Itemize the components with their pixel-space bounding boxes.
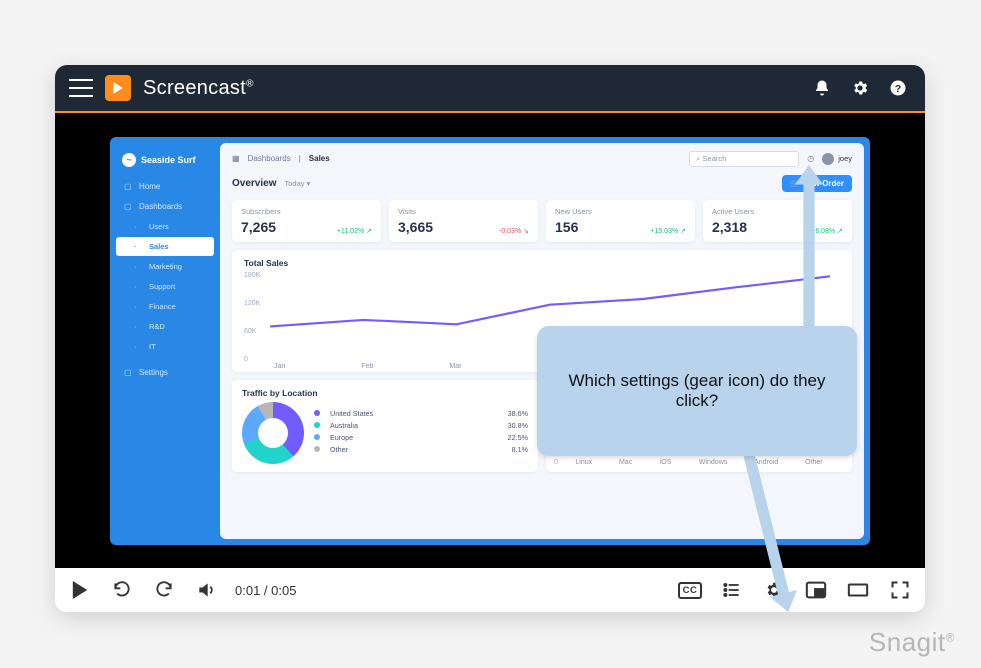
picture-in-picture-button[interactable]: [803, 577, 829, 603]
sidebar-item[interactable]: ·Users: [116, 217, 214, 236]
clock-icon: ◷: [807, 154, 814, 163]
kpi-card: Subscribers7,265+11.02% ↗: [232, 200, 381, 242]
kpi-row: Subscribers7,265+11.02% ↗Visits3,665-0.0…: [232, 200, 852, 242]
sidebar-item[interactable]: ▢Home: [116, 177, 214, 196]
kpi-card: New Users156+15.03% ↗: [546, 200, 695, 242]
traffic-by-location-chart: Traffic by Location United States38.6%Au…: [232, 380, 538, 472]
video-player: Screencast® ? ~ Seaside Surf ▢Home▢Dashb…: [55, 65, 925, 612]
kpi-card: Visits3,665-0.03% ↘: [389, 200, 538, 242]
dashboard-brand: ~ Seaside Surf: [116, 149, 214, 177]
gear-icon[interactable]: [847, 75, 873, 101]
sidebar-item[interactable]: ▢Dashboards: [116, 197, 214, 216]
sidebar-item[interactable]: ·Support: [116, 277, 214, 296]
video-viewport: ~ Seaside Surf ▢Home▢Dashboards·Users·Sa…: [55, 111, 925, 568]
fullscreen-button[interactable]: [887, 577, 913, 603]
sidebar-item[interactable]: ·Marketing: [116, 257, 214, 276]
app-topbar: Screencast® ?: [55, 65, 925, 111]
forward-button[interactable]: [151, 577, 177, 603]
brand-logo-icon: [105, 75, 131, 101]
captions-button[interactable]: CC: [677, 577, 703, 603]
rewind-button[interactable]: [109, 577, 135, 603]
playback-time: 0:01 / 0:05: [235, 583, 296, 598]
sidebar-item[interactable]: ·Sales: [116, 237, 214, 256]
search-input[interactable]: ⌕ Search: [689, 151, 799, 167]
sidebar-item[interactable]: ▢Settings: [116, 363, 214, 382]
annotation-callout: Which settings (gear icon) do they click…: [537, 326, 857, 456]
user-chip[interactable]: joey: [822, 153, 852, 165]
donut-chart: [242, 402, 304, 464]
chapters-button[interactable]: [719, 577, 745, 603]
sidebar-item[interactable]: ·Finance: [116, 297, 214, 316]
svg-text:?: ?: [895, 83, 901, 95]
sidebar-item[interactable]: ·IT: [116, 337, 214, 356]
dashboard-breadcrumb: ▦ Dashboards | Sales ⌕ Search ◷ joey: [232, 151, 852, 167]
dashboard-sidebar: ~ Seaside Surf ▢Home▢Dashboards·Users·Sa…: [110, 143, 220, 539]
menu-icon[interactable]: [69, 79, 93, 97]
theater-mode-button[interactable]: [845, 577, 871, 603]
sidebar-item[interactable]: ·R&D: [116, 317, 214, 336]
bell-icon[interactable]: [809, 75, 835, 101]
brand-name: Screencast®: [143, 77, 254, 100]
volume-button[interactable]: [193, 577, 219, 603]
overview-header: Overview Today ▾ 🛒 New Order: [232, 175, 852, 192]
play-button[interactable]: [67, 577, 93, 603]
wave-icon: ~: [122, 153, 136, 167]
avatar: [822, 153, 834, 165]
snagit-watermark: Snagit®: [869, 627, 955, 658]
help-icon[interactable]: ?: [885, 75, 911, 101]
playback-controls: 0:01 / 0:05 CC: [55, 568, 925, 612]
kpi-card: Active Users2,318+6.08% ↗: [703, 200, 852, 242]
